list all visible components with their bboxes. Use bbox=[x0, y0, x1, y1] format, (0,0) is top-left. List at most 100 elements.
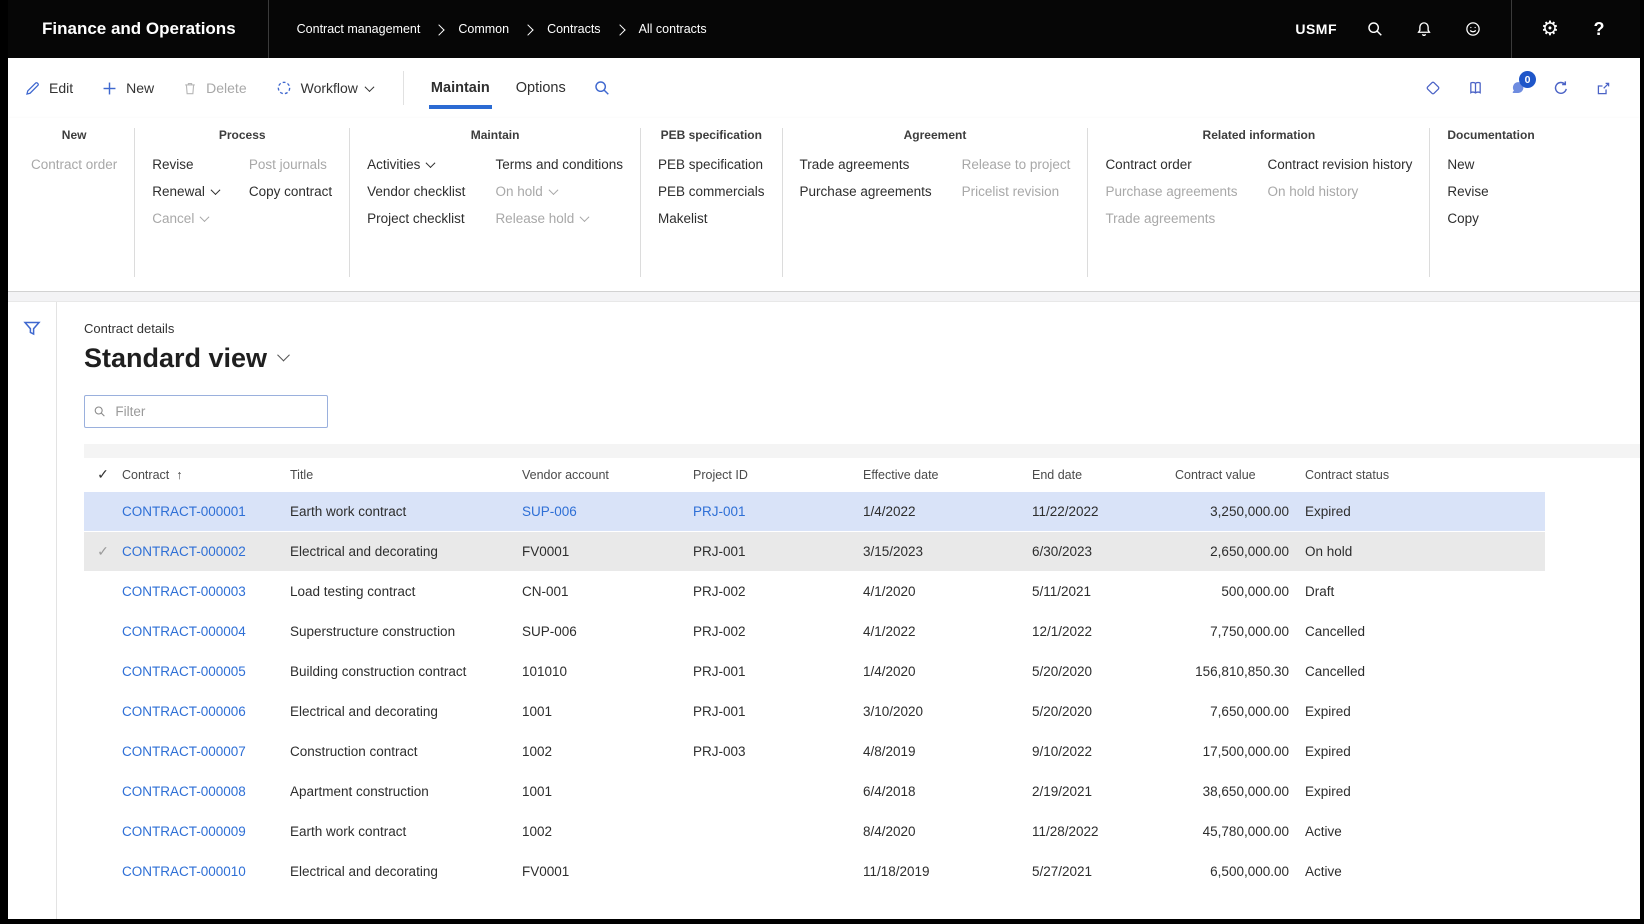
column-header-effective-date[interactable]: Effective date bbox=[863, 468, 1032, 482]
revise-button[interactable]: Revise bbox=[1447, 184, 1488, 199]
contract-id-link[interactable]: CONTRACT-000010 bbox=[122, 864, 290, 879]
table-row[interactable]: CONTRACT-000008Apartment construction100… bbox=[84, 772, 1545, 812]
open-in-new-window-icon[interactable] bbox=[1595, 80, 1612, 97]
end-date: 5/20/2020 bbox=[1032, 704, 1175, 719]
search-icon[interactable] bbox=[1364, 18, 1386, 40]
copy-button[interactable]: Copy bbox=[1447, 211, 1488, 226]
filter-search-icon bbox=[93, 404, 106, 419]
vendor-account: 1001 bbox=[522, 784, 693, 799]
column-header-title[interactable]: Title bbox=[290, 468, 522, 482]
contract-id-link[interactable]: CONTRACT-000006 bbox=[122, 704, 290, 719]
notifications-bell-icon[interactable] bbox=[1413, 18, 1435, 40]
table-row[interactable]: CONTRACT-000004Superstructure constructi… bbox=[84, 612, 1545, 652]
column-header-contract-status[interactable]: Contract status bbox=[1305, 468, 1545, 482]
column-header-end-date[interactable]: End date bbox=[1032, 468, 1175, 482]
table-row[interactable]: CONTRACT-000009Earth work contract10028/… bbox=[84, 812, 1545, 852]
copy-contract-button[interactable]: Copy contract bbox=[249, 184, 332, 199]
ribbon-group-divider bbox=[1429, 128, 1430, 277]
contract-id-link[interactable]: CONTRACT-000003 bbox=[122, 584, 290, 599]
filter-input[interactable] bbox=[113, 403, 319, 420]
post-journals-button: Post journals bbox=[249, 157, 332, 172]
vendor-account[interactable]: SUP-006 bbox=[522, 504, 693, 519]
contract-id-link[interactable]: CONTRACT-000007 bbox=[122, 744, 290, 759]
contract-id-link[interactable]: CONTRACT-000004 bbox=[122, 624, 290, 639]
breadcrumb-area[interactable]: Common bbox=[458, 22, 509, 36]
breadcrumb-section[interactable]: Contracts bbox=[547, 22, 601, 36]
contract-id-link[interactable]: CONTRACT-000008 bbox=[122, 784, 290, 799]
contract-id-link[interactable]: CONTRACT-000001 bbox=[122, 504, 290, 519]
effective-date: 3/10/2020 bbox=[863, 704, 1032, 719]
grid-rows: CONTRACT-000001Earth work contractSUP-00… bbox=[84, 492, 1640, 892]
actionbar-search-icon[interactable] bbox=[593, 79, 611, 97]
select-all-check-icon[interactable] bbox=[84, 466, 122, 483]
ribbon-group-title: New bbox=[31, 128, 117, 142]
ribbon-group-divider bbox=[640, 128, 641, 277]
filter-funnel-icon[interactable] bbox=[22, 318, 42, 340]
contract-id-link[interactable]: CONTRACT-000002 bbox=[122, 544, 290, 559]
table-row[interactable]: CONTRACT-000002Electrical and decorating… bbox=[84, 532, 1545, 572]
contract-revision-history-button[interactable]: Contract revision history bbox=[1268, 157, 1413, 172]
breadcrumb-page[interactable]: All contracts bbox=[639, 22, 707, 36]
breadcrumb-module[interactable]: Contract management bbox=[297, 22, 421, 36]
vendor-account: CN-001 bbox=[522, 584, 693, 599]
end-date: 5/27/2021 bbox=[1032, 864, 1175, 879]
project-id[interactable]: PRJ-001 bbox=[693, 504, 863, 519]
company-selector[interactable]: USMF bbox=[1295, 21, 1337, 37]
message-badge-count: 0 bbox=[1519, 71, 1536, 88]
ribbon-item-label: Purchase agreements bbox=[800, 184, 932, 199]
table-row[interactable]: CONTRACT-000001Earth work contractSUP-00… bbox=[84, 492, 1545, 532]
table-row[interactable]: CONTRACT-000003Load testing contractCN-0… bbox=[84, 572, 1545, 612]
view-selector[interactable]: Standard view bbox=[84, 343, 1640, 374]
renewal-button[interactable]: Renewal bbox=[152, 184, 219, 199]
chevron-down-icon bbox=[277, 349, 290, 362]
table-row[interactable]: CONTRACT-000010Electrical and decorating… bbox=[84, 852, 1545, 892]
column-header-vendor-account[interactable]: Vendor account bbox=[522, 468, 693, 482]
workflow-button[interactable]: Workflow bbox=[275, 79, 373, 97]
settings-gear-icon[interactable]: ⚙ bbox=[1539, 18, 1561, 40]
revise-button[interactable]: Revise bbox=[152, 157, 219, 172]
refresh-icon[interactable] bbox=[1552, 79, 1570, 97]
contract-order-button[interactable]: Contract order bbox=[1105, 157, 1237, 172]
contracts-grid: Contract Title Vendor account Project ID… bbox=[84, 444, 1640, 892]
feedback-smiley-icon[interactable] bbox=[1462, 18, 1484, 40]
help-icon[interactable]: ? bbox=[1588, 18, 1610, 40]
table-row[interactable]: CONTRACT-000005Building construction con… bbox=[84, 652, 1545, 692]
contract-id-link[interactable]: CONTRACT-000005 bbox=[122, 664, 290, 679]
toolbar-divider bbox=[403, 71, 404, 105]
contract-status: Expired bbox=[1305, 504, 1545, 519]
vendor-checklist-button[interactable]: Vendor checklist bbox=[367, 184, 465, 199]
terms-and-conditions-button[interactable]: Terms and conditions bbox=[495, 157, 623, 172]
edit-label: Edit bbox=[49, 80, 73, 96]
table-row[interactable]: CONTRACT-000006Electrical and decorating… bbox=[84, 692, 1545, 732]
ribbon-item-label: Makelist bbox=[658, 211, 708, 226]
split-book-icon[interactable] bbox=[1467, 79, 1484, 97]
purchase-agreements-button[interactable]: Purchase agreements bbox=[800, 184, 932, 199]
peb-commercials-button[interactable]: PEB commercials bbox=[658, 184, 765, 199]
makelist-button[interactable]: Makelist bbox=[658, 211, 765, 226]
new-button[interactable]: New bbox=[101, 80, 154, 97]
effective-date: 4/8/2019 bbox=[863, 744, 1032, 759]
diamond-icon[interactable] bbox=[1424, 79, 1442, 97]
edit-button[interactable]: Edit bbox=[24, 80, 73, 97]
column-header-project-id[interactable]: Project ID bbox=[693, 468, 863, 482]
new-button[interactable]: New bbox=[1447, 157, 1488, 172]
top-navigation-bar: Finance and Operations Contract manageme… bbox=[8, 0, 1640, 58]
tab-options[interactable]: Options bbox=[503, 58, 579, 118]
column-header-contract-value[interactable]: Contract value bbox=[1175, 468, 1305, 482]
row-select-cell[interactable] bbox=[84, 543, 122, 560]
peb-specification-button[interactable]: PEB specification bbox=[658, 157, 765, 172]
column-header-contract[interactable]: Contract bbox=[122, 468, 290, 482]
tab-maintain[interactable]: Maintain bbox=[418, 58, 503, 118]
trade-agreements-button[interactable]: Trade agreements bbox=[800, 157, 932, 172]
table-row[interactable]: CONTRACT-000007Construction contract1002… bbox=[84, 732, 1545, 772]
breadcrumb-chevron-icon bbox=[522, 24, 533, 35]
grid-header-row: Contract Title Vendor account Project ID… bbox=[84, 458, 1545, 492]
contract-id-link[interactable]: CONTRACT-000009 bbox=[122, 824, 290, 839]
project-checklist-button[interactable]: Project checklist bbox=[367, 211, 465, 226]
message-bubble-icon[interactable]: 0 bbox=[1509, 79, 1527, 97]
ribbon-group-title: Agreement bbox=[800, 128, 1071, 142]
activities-button[interactable]: Activities bbox=[367, 157, 465, 172]
vendor-account: FV0001 bbox=[522, 864, 693, 879]
ribbon-item-label: Copy bbox=[1447, 211, 1479, 226]
end-date: 6/30/2023 bbox=[1032, 544, 1175, 559]
